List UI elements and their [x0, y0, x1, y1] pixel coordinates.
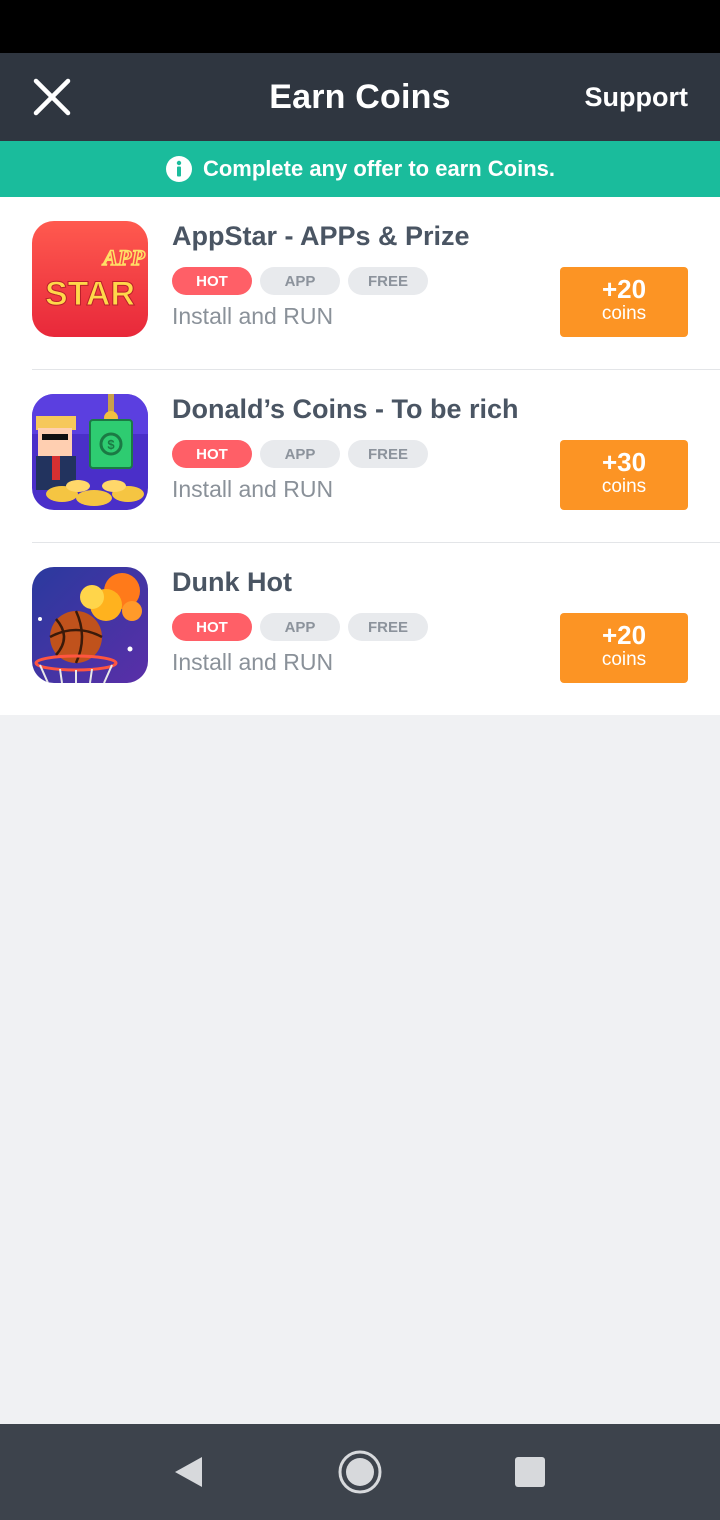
offer-row[interactable]: Dunk Hot HOT APP FREE Install and RUN +2…: [0, 543, 720, 715]
tag-app: APP: [260, 440, 340, 468]
dunk-hot-app-icon: [32, 567, 148, 683]
recents-square-icon: [515, 1457, 545, 1487]
offer-tags: HOT APP FREE: [172, 440, 428, 468]
offer-description: Install and RUN: [172, 303, 334, 329]
notice-text: Complete any offer to earn Coins.: [202, 156, 556, 181]
appstar-icon-big-text: STAR: [45, 275, 135, 313]
reward-unit: coins: [601, 476, 647, 497]
offer-title: Dunk Hot: [172, 567, 292, 597]
reward-amount: +30: [601, 447, 647, 477]
tag-app: APP: [260, 613, 340, 641]
tag-free: FREE: [348, 613, 428, 641]
reward-unit: coins: [601, 303, 647, 324]
appstar-app-icon: APP STAR: [32, 221, 148, 337]
tag-hot: HOT: [172, 440, 252, 468]
reward-button[interactable]: +30 coins: [560, 440, 688, 510]
home-button[interactable]: [336, 1448, 384, 1496]
support-link[interactable]: Support: [585, 53, 688, 141]
status-bar: [0, 0, 720, 53]
tag-app: APP: [260, 267, 340, 295]
reward-amount: +20: [601, 274, 647, 304]
offer-description: Install and RUN: [172, 649, 334, 675]
offer-tags: HOT APP FREE: [172, 267, 428, 295]
offer-list: APP STAR AppStar - APPs & Prize HOT APP …: [0, 197, 720, 715]
reward-button[interactable]: +20 coins: [560, 267, 688, 337]
appstar-icon-small-text: APP: [101, 245, 145, 270]
tag-hot: HOT: [172, 267, 252, 295]
offer-row[interactable]: APP STAR AppStar - APPs & Prize HOT APP …: [0, 197, 720, 370]
offer-description: Install and RUN: [172, 476, 334, 502]
offer-title: AppStar - APPs & Prize: [172, 221, 470, 251]
notice-banner: Complete any offer to earn Coins.: [0, 141, 720, 197]
offer-title: Donald’s Coins - To be rich: [172, 394, 519, 424]
tag-free: FREE: [348, 440, 428, 468]
recents-button[interactable]: [506, 1448, 554, 1496]
reward-button[interactable]: +20 coins: [560, 613, 688, 683]
reward-unit: coins: [601, 649, 647, 670]
svg-text:$: $: [107, 437, 115, 452]
tag-free: FREE: [348, 267, 428, 295]
home-circle-icon: [338, 1450, 382, 1494]
donalds-coins-app-icon: $: [32, 394, 148, 510]
back-button[interactable]: [164, 1448, 212, 1496]
back-triangle-icon: [175, 1457, 202, 1487]
offer-row[interactable]: $ Donald’s Coins - To be rich HOT APP FR…: [0, 370, 720, 543]
system-nav-bar: [0, 1424, 720, 1520]
info-icon: [165, 155, 193, 183]
reward-amount: +20: [601, 620, 647, 650]
app-header: Earn Coins Support: [0, 53, 720, 141]
offer-tags: HOT APP FREE: [172, 613, 428, 641]
tag-hot: HOT: [172, 613, 252, 641]
